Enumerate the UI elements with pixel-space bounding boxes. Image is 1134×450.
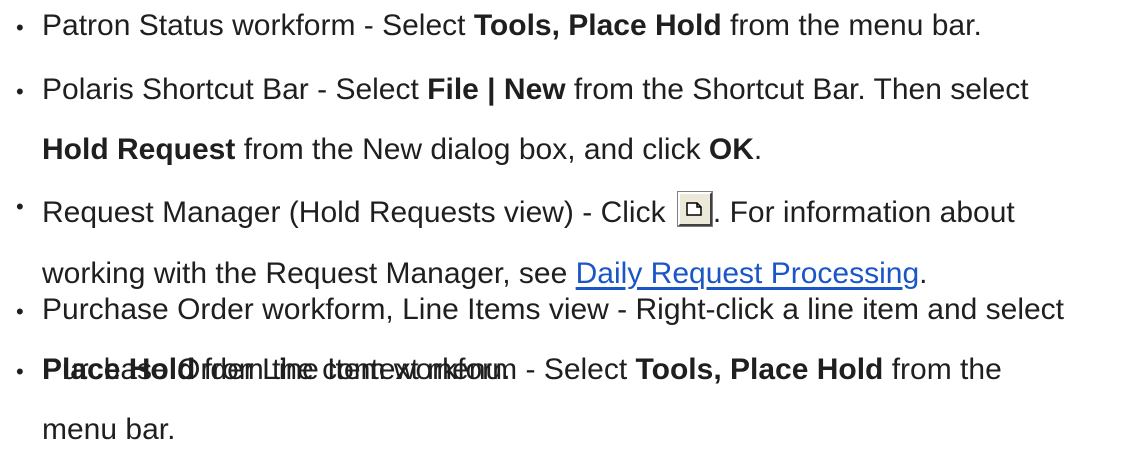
bold-term: Tools, Place Hold bbox=[635, 353, 884, 386]
bullet-icon: • bbox=[16, 359, 24, 384]
text-segment: Purchase Order workform, Line Items view… bbox=[42, 293, 1065, 326]
text-line: Purchase Order Line Item workform - Sele… bbox=[42, 350, 1002, 390]
text-segment: . For information about bbox=[712, 196, 1015, 229]
text-line: Polaris Shortcut Bar - Select File | New… bbox=[42, 70, 1029, 110]
bullet-icon: • bbox=[16, 194, 24, 219]
bullet-icon: • bbox=[16, 299, 24, 324]
text-segment: Purchase Order Line Item workform - Sele… bbox=[42, 353, 636, 386]
text-line: Purchase Order workform, Line Items view… bbox=[42, 290, 1064, 330]
bullet-icon: • bbox=[16, 15, 24, 40]
bold-term: Hold Request bbox=[42, 133, 236, 166]
text-segment: menu bar. bbox=[42, 413, 176, 446]
text-line: menu bar. bbox=[42, 410, 175, 450]
text-segment: . bbox=[753, 133, 763, 166]
bold-term: File | New bbox=[427, 73, 566, 106]
new-document-icon bbox=[676, 191, 713, 227]
text-segment: Polaris Shortcut Bar - Select bbox=[42, 73, 428, 106]
text-segment: working with the Request Manager, see bbox=[42, 257, 576, 290]
text-segment: from the bbox=[883, 353, 1002, 386]
new-document-glyph bbox=[686, 202, 702, 216]
text-line: Patron Status workform - Select Tools, P… bbox=[42, 6, 982, 46]
text-segment: from the menu bar. bbox=[721, 9, 982, 42]
daily-request-processing-link[interactable]: Daily Request Processing bbox=[576, 257, 920, 290]
text-segment: Request Manager (Hold Requests view) - C… bbox=[42, 196, 674, 229]
text-segment: . bbox=[919, 257, 928, 290]
bold-term: Tools, Place Hold bbox=[473, 9, 722, 42]
text-line: Request Manager (Hold Requests view) - C… bbox=[42, 191, 1015, 233]
text-line: working with the Request Manager, see Da… bbox=[42, 254, 927, 294]
text-segment: from the Shortcut Bar. Then select bbox=[565, 73, 1029, 106]
text-segment: from the New dialog box, and click bbox=[235, 133, 709, 166]
bullet-icon: • bbox=[16, 79, 24, 104]
text-segment: Patron Status workform - Select bbox=[42, 9, 474, 42]
text-line: Hold Request from the New dialog box, an… bbox=[42, 130, 762, 170]
help-page: • Patron Status workform - Select Tools, … bbox=[0, 0, 1134, 446]
bold-term: OK bbox=[708, 133, 754, 166]
